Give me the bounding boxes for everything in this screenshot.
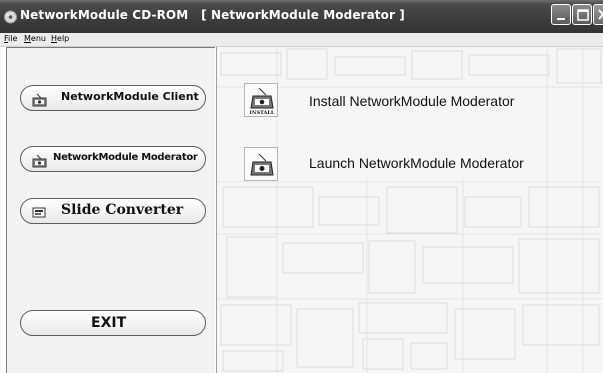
menu-menu[interactable]: Menu — [24, 33, 46, 45]
maximize-icon — [577, 9, 589, 21]
app-window: NetworkModule CD-ROM [ NetworkModule Mod… — [0, 0, 603, 373]
install-moderator-link[interactable]: Install NetworkModule Moderator — [309, 93, 514, 109]
projector-icon — [250, 153, 274, 176]
launch-moderator-icon-button[interactable] — [244, 147, 278, 181]
slide-converter-button[interactable]: Slide Converter — [20, 198, 206, 224]
menu-menu-label: enu — [30, 34, 46, 43]
networkmodule-client-button[interactable]: NetworkModule Client — [20, 85, 206, 111]
projector-icon — [31, 92, 49, 107]
menu-bar: File Menu Help — [0, 33, 603, 47]
menu-file[interactable]: File — [4, 33, 17, 45]
left-panel: NetworkModule Client NetworkModule Moder… — [6, 47, 215, 373]
projector-icon — [31, 153, 49, 168]
launch-moderator-link[interactable]: Launch NetworkModule Moderator — [309, 155, 524, 171]
menu-file-label: ile — [8, 34, 18, 43]
right-panel: INSTALL Install NetworkModule Moderator … — [216, 47, 603, 373]
networkmodule-moderator-label: NetworkModule Moderator — [53, 152, 198, 163]
networkmodule-moderator-button[interactable]: NetworkModule Moderator — [20, 146, 206, 172]
exit-label: EXIT — [91, 315, 127, 331]
close-button[interactable] — [593, 4, 603, 25]
slide-icon — [31, 205, 49, 219]
install-moderator-icon-button[interactable]: INSTALL — [244, 83, 278, 117]
cd-icon — [3, 9, 18, 24]
title-bar[interactable]: NetworkModule CD-ROM [ NetworkModule Mod… — [0, 0, 603, 34]
minimize-button[interactable] — [551, 4, 571, 25]
menu-menu-accel: M — [24, 34, 31, 43]
maximize-button[interactable] — [572, 4, 592, 25]
window-title: NetworkModule CD-ROM [ NetworkModule Mod… — [20, 8, 405, 22]
close-icon — [598, 9, 603, 20]
exit-button[interactable]: EXIT — [20, 310, 206, 336]
slide-converter-label: Slide Converter — [61, 202, 184, 218]
minimize-icon — [557, 18, 565, 20]
menu-help-label: elp — [57, 34, 70, 43]
menu-help[interactable]: Help — [51, 33, 69, 45]
networkmodule-client-label: NetworkModule Client — [61, 90, 199, 103]
install-icon-caption: INSTALL — [249, 110, 275, 116]
